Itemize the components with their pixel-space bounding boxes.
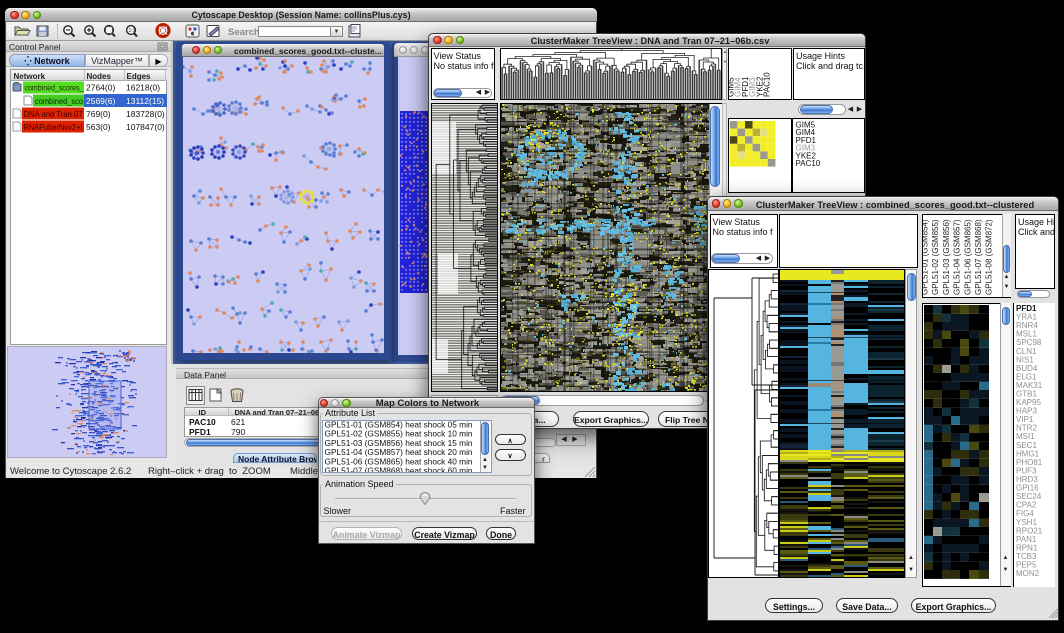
svg-text:1:1: 1:1 [129, 28, 136, 34]
svg-text:2569(6): 2569(6) [86, 96, 115, 106]
svg-text:769(0): 769(0) [86, 109, 111, 119]
svg-text:107847(0): 107847(0) [126, 122, 165, 132]
svg-text:16218(0): 16218(0) [126, 83, 160, 93]
svg-text:563(0): 563(0) [86, 122, 111, 132]
svg-text:2764(0): 2764(0) [86, 83, 115, 93]
svg-text:13112(15): 13112(15) [126, 96, 164, 106]
svg-text:183728(0): 183728(0) [126, 109, 165, 119]
svg-text:DNA and Tran 07: DNA and Tran 07 [24, 109, 83, 119]
svg-text:combined_sco: combined_sco [35, 96, 83, 106]
svg-text:PAC10: PAC10 [762, 72, 771, 97]
svg-text:combined_scores_: combined_scores_ [25, 83, 84, 93]
svg-text:RNAPuberNov2+I: RNAPuberNov2+I [24, 122, 83, 132]
